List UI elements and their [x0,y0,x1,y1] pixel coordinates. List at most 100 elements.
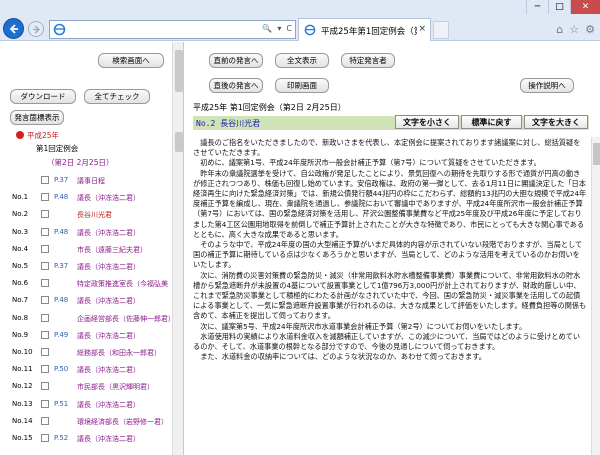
item-speaker-link[interactable]: 議長（沖冻浩二君） [77,296,140,306]
list-item[interactable]: No.12 市民部長（黒沢輝明君） [0,380,172,394]
left-scrollbar[interactable] [172,42,183,455]
new-tab-button[interactable] [433,21,449,39]
list-item[interactable]: No.1 P.48 議長（沖冻浩二君） [0,191,172,205]
list-item[interactable]: No.8 企画経営部長（佐藤伸一郎君） [0,312,175,326]
item-speaker-link[interactable]: 議長（沖冻浩二君） [77,193,140,203]
item-page-link[interactable]: P.48 [54,228,68,236]
item-page-link[interactable]: P.37 [54,262,68,270]
left-pane: 検索画面へ ダウンロード 全てチェック 発言箇標表示 平成25年 第1回定例会 … [0,42,184,455]
settings-gear-icon[interactable]: ⚙ [585,23,595,36]
item-speaker-link[interactable]: 企画経営部長（佐藤伸一郎君） [77,314,175,324]
item-checkbox[interactable] [41,244,49,253]
close-icon[interactable]: ✕ [570,0,600,14]
print-screen-button[interactable]: 印刷画面 [275,78,329,93]
item-checkbox[interactable] [41,365,49,374]
text-smaller-button[interactable]: 文字を小さく [395,115,459,129]
specified-speaker-button[interactable]: 特定発言者 [341,53,395,68]
item-number: No.8 [12,313,29,322]
speaker-display-button[interactable]: 発言箇標表示 [10,110,64,125]
item-speaker-link[interactable]: 市民部長（黒沢輝明君） [77,382,154,392]
left-scrollbar-thumb-lower[interactable] [175,132,183,152]
list-item[interactable]: No.4 市長（遠藤三紀夫君） [0,243,172,257]
tree-year[interactable]: 平成25年 [16,130,59,141]
speech-body: 議長のご指名をいただきましたので、新政いさまを代表し、本定例会に提案されておりま… [193,138,587,362]
item-page-link[interactable]: P.48 [54,193,68,201]
back-button[interactable] [3,18,24,39]
prev-speech-button[interactable]: 直前の発言へ [209,53,263,68]
browser-toolbar: 🔍 ▾ C 平成25年第1回定例会（第... × ─ □ ✕ ⌂ ☆ ⚙ [0,0,600,41]
item-checkbox[interactable] [41,416,49,425]
item-speaker-link[interactable]: 議事日程 [77,176,105,186]
item-number: No.1 [12,193,29,202]
dropdown-icon[interactable]: ▾ [277,24,281,33]
tree-date[interactable]: （第2日 2月25日） [47,157,113,168]
full-display-button[interactable]: 全文表示 [275,53,329,68]
maximize-icon[interactable]: □ [548,0,570,14]
item-speaker-link[interactable]: 市長（遠藤三紀夫君） [77,245,147,255]
item-page-link[interactable]: P.52 [54,434,68,442]
item-speaker-link[interactable]: 議長（沖冻浩二君） [77,400,140,410]
tab-close-icon[interactable]: × [418,24,426,34]
minimize-icon[interactable]: ─ [526,0,548,14]
item-checkbox[interactable] [41,434,49,442]
item-checkbox[interactable] [41,279,49,288]
left-scrollbar-thumb[interactable] [175,50,183,92]
refresh-icon[interactable]: C [286,24,292,33]
list-item[interactable]: No.7 P.48 議長（沖冻浩二君） [0,294,172,308]
item-speaker-link[interactable]: 環境経済部長（岩野修一君） [77,417,168,427]
address-bar[interactable]: 🔍 ▾ C [49,20,296,39]
item-page-link[interactable]: P.49 [54,331,68,339]
item-checkbox[interactable] [41,330,49,339]
list-item[interactable]: P.37 議事日程 [0,174,172,188]
right-scrollbar[interactable] [591,137,600,455]
list-item[interactable]: No.3 P.48 議長（沖冻浩二君） [0,226,172,240]
item-checkbox[interactable] [41,193,49,202]
item-page-link[interactable]: P.37 [54,176,68,184]
item-speaker-link[interactable]: 議長（沖冻浩二君） [77,228,140,238]
item-checkbox[interactable] [41,262,49,270]
meeting-title: 平成25年 第1回定例会（第2日 2月25日） [193,103,346,112]
list-item[interactable]: No.15 P.52 議長（沖冻浩二君） [0,432,172,446]
item-speaker-link[interactable]: 長谷川光君 [77,210,112,220]
item-checkbox[interactable] [41,227,49,236]
tree-session[interactable]: 第1回定例会 [36,143,78,154]
list-item[interactable]: No.13 P.51 議長（沖冻浩二君） [0,398,172,412]
item-speaker-link[interactable]: 総務部長（和田永一郎君） [77,348,161,358]
item-speaker-link[interactable]: 議長（沖冻浩二君） [77,365,140,375]
list-item[interactable]: No.2 長谷川光君 [0,208,172,222]
next-speech-button[interactable]: 直後の発言へ [209,78,263,93]
download-button[interactable]: ダウンロード [10,89,76,104]
item-checkbox[interactable] [41,296,49,305]
text-larger-button[interactable]: 文字を大きく [524,115,588,129]
item-speaker-link[interactable]: 議長（沖冻浩二君） [77,262,140,272]
operation-guide-button[interactable]: 操作説明へ [520,78,574,93]
list-item[interactable]: No.9 P.49 議長（沖冻浩二君） [0,329,172,343]
item-checkbox[interactable] [41,399,49,408]
item-speaker-link[interactable]: 議長（沖冻浩二君） [77,331,140,341]
item-page-link[interactable]: P.48 [54,296,68,304]
speech-paragraph: 次に、消防費の災害対策費の緊急防災・減災（非常用飲料水貯水槽整備事業費）事業費に… [193,270,587,321]
list-item[interactable]: No.11 P.50 議長（沖冻浩二君） [0,363,172,377]
home-icon[interactable]: ⌂ [556,23,563,36]
item-page-link[interactable]: P.51 [54,400,68,408]
item-checkbox[interactable] [41,313,49,322]
item-checkbox[interactable] [41,348,49,356]
item-speaker-link[interactable]: 議長（沖冻浩二君） [77,434,140,444]
right-scrollbar-thumb[interactable] [593,143,600,165]
search-icon[interactable]: 🔍 [262,24,272,33]
item-checkbox[interactable] [41,210,49,219]
item-checkbox[interactable] [41,382,49,391]
check-all-button[interactable]: 全てチェック [84,89,150,104]
list-item[interactable]: No.5 P.37 議長（沖冻浩二君） [0,260,172,274]
favorites-icon[interactable]: ☆ [569,23,579,36]
item-speaker-link[interactable]: 特定政策推進室長（今福弘美 [77,279,168,289]
text-standard-button[interactable]: 標準に戻す [461,115,522,129]
search-screen-button[interactable]: 検索画面へ [98,53,164,68]
list-item[interactable]: No.14 環境経済部長（岩野修一君） [0,415,172,429]
list-item[interactable]: No.10 総務部長（和田永一郎君） [0,346,172,360]
item-page-link[interactable]: P.50 [54,365,68,373]
list-item[interactable]: No.6 特定政策推進室長（今福弘美 [0,277,172,291]
forward-button[interactable] [28,21,44,37]
browser-tab[interactable]: 平成25年第1回定例会（第... × [298,18,431,41]
item-checkbox[interactable] [41,176,49,184]
